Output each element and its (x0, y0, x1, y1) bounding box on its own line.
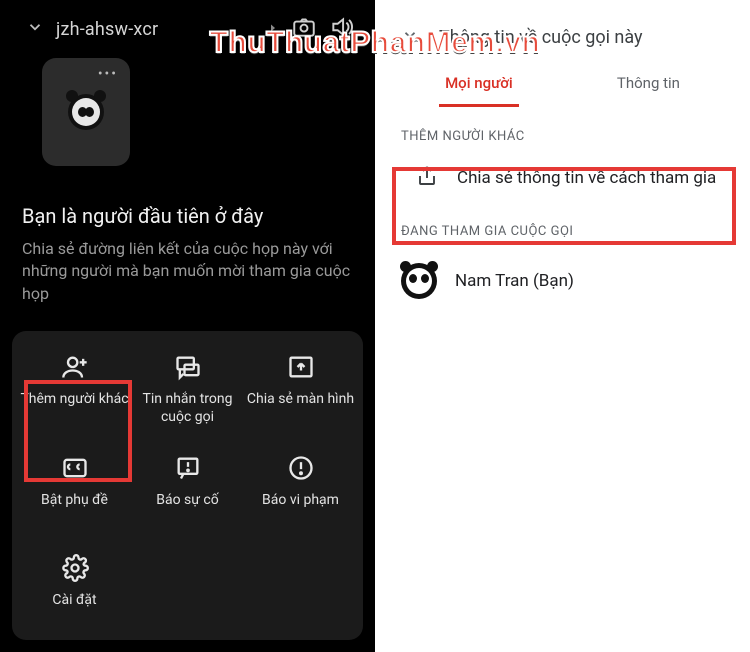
chevron-down-icon[interactable] (26, 18, 44, 40)
avatar (68, 94, 104, 130)
settings-label: Cài đặt (52, 592, 96, 626)
info-tabs: Mọi người Thông tin (375, 64, 750, 107)
in-call-messages-button[interactable]: Tin nhắn trong cuộc gọi (133, 353, 242, 426)
share-joining-label: Chia sẻ thông tin về cách tham gia (457, 167, 716, 190)
chevron-down-icon[interactable] (401, 26, 419, 48)
share-screen-button[interactable]: Chia sẻ màn hình (246, 353, 355, 426)
overflow-menu: Thêm người khác Tin nhắn trong cuộc gọi … (12, 331, 363, 640)
info-header: Thông tin về cuộc gọi này (375, 0, 750, 58)
empty-call-title: Bạn là người đầu tiên ở đây (22, 204, 353, 228)
settings-button[interactable]: Cài đặt (20, 554, 129, 626)
empty-call-subtitle: Chia sẻ đường liên kết của cuộc họp này … (22, 238, 353, 305)
meeting-id: jzh-ahsw-xcr (56, 19, 263, 40)
report-abuse-button[interactable]: Báo vi phạm (246, 454, 355, 526)
add-others-label: Thêm người khác (20, 391, 128, 425)
participant-name: Nam Tran (Bạn) (455, 271, 574, 291)
share-icon (415, 164, 439, 192)
top-bar: jzh-ahsw-xcr (0, 0, 375, 50)
report-abuse-label: Báo vi phạm (262, 492, 339, 526)
speaker-icon[interactable] (329, 14, 355, 44)
tab-people[interactable]: Mọi người (439, 64, 519, 107)
tile-menu-icon[interactable]: ••• (98, 66, 118, 82)
self-video-tile[interactable]: ••• (42, 58, 130, 166)
call-info-panel: Thông tin về cuộc gọi này Mọi người Thôn… (375, 0, 750, 652)
share-screen-label: Chia sẻ màn hình (247, 391, 354, 425)
report-problem-button[interactable]: Báo sự cố (133, 454, 242, 526)
arrow-right-icon (267, 20, 279, 39)
share-joining-info-button[interactable]: Chia sẻ thông tin về cách tham gia (385, 154, 740, 202)
captions-label: Bật phụ đề (41, 492, 108, 526)
section-participants: ĐANG THAM GIA CUỘC GỌI (375, 202, 750, 249)
camera-switch-icon[interactable] (291, 14, 317, 44)
empty-call-message: Bạn là người đầu tiên ở đây Chia sẻ đườn… (0, 184, 375, 315)
avatar (401, 263, 437, 299)
tab-info[interactable]: Thông tin (611, 64, 686, 107)
participant-row[interactable]: Nam Tran (Bạn) (375, 249, 750, 313)
add-others-button[interactable]: Thêm người khác (20, 353, 129, 426)
section-add-others: THÊM NGƯỜI KHÁC (375, 107, 750, 154)
captions-button[interactable]: Bật phụ đề (20, 454, 129, 526)
info-title: Thông tin về cuộc gọi này (439, 27, 643, 48)
call-main-pane: jzh-ahsw-xcr ••• Bạn là người đầu tiên ở… (0, 0, 375, 652)
report-problem-label: Báo sự cố (156, 492, 218, 526)
in-call-messages-label: Tin nhắn trong cuộc gọi (133, 391, 242, 426)
